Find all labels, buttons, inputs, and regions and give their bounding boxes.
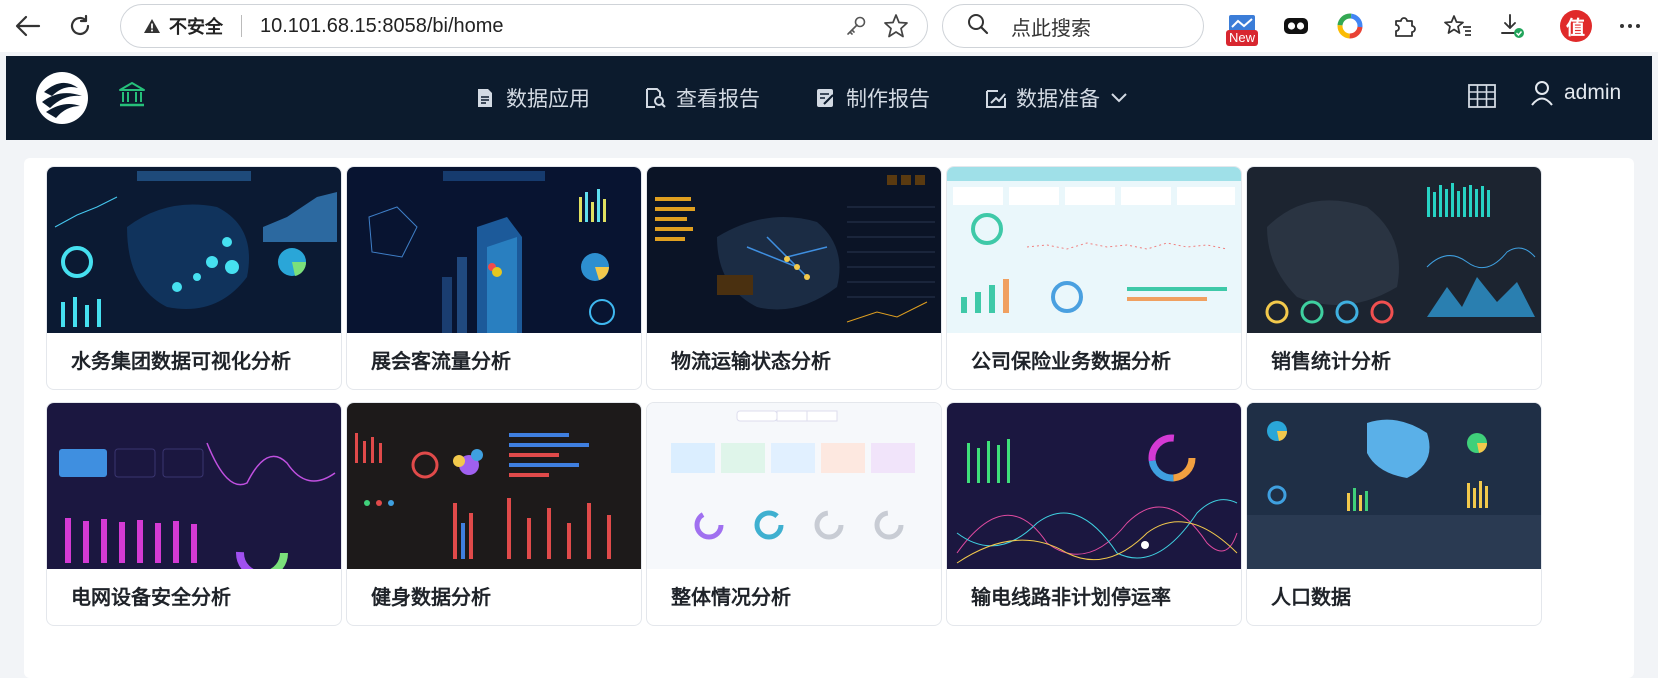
dashboard-title[interactable]: 人口数据 [1271, 581, 1351, 610]
search-placeholder: 点此搜索 [1011, 15, 1091, 40]
warning-icon[interactable] [143, 17, 161, 35]
dashboard-title[interactable]: 物流运输状态分析 [671, 345, 831, 374]
dashboard-gallery: 水务集团数据可视化分析 展会客流量分析 物流运输状态分析 公司保险业务数据分析 销售统计… [24, 158, 1634, 678]
nav-label: 制作报告 [846, 87, 930, 111]
back-icon[interactable] [10, 8, 46, 44]
nav-make-report[interactable]: 制作报告 [816, 80, 930, 116]
dashboard-thumbnail[interactable] [947, 167, 1241, 333]
document-icon [476, 87, 496, 109]
dashboard-card[interactable]: 输电线路非计划停运率 [946, 402, 1242, 626]
dashboard-card[interactable]: 公司保险业务数据分析 [946, 166, 1242, 390]
address-bar[interactable]: 不安全 10.101.68.15:8058/bi/home [120, 4, 928, 48]
chevron-down-icon [1110, 92, 1128, 104]
favorites-list-icon[interactable] [1440, 8, 1476, 44]
edit-report-icon [816, 87, 836, 109]
dashboard-card[interactable]: 销售统计分析 [1246, 166, 1542, 390]
url-text[interactable]: 10.101.68.15:8058/bi/home [260, 15, 504, 38]
dashboard-card[interactable]: 整体情况分析 [646, 402, 942, 626]
dashboard-title[interactable]: 销售统计分析 [1271, 345, 1391, 374]
dashboard-title[interactable]: 公司保险业务数据分析 [971, 345, 1171, 374]
brand-logo[interactable] [34, 70, 90, 130]
dashboard-thumbnail[interactable] [1247, 403, 1541, 569]
address-separator [241, 15, 242, 37]
nav-view-reports[interactable]: 查看报告 [646, 80, 760, 116]
dashboard-title[interactable]: 电网设备安全分析 [71, 581, 231, 610]
news-extension-icon[interactable]: New [1224, 8, 1260, 46]
dashboard-title[interactable]: 展会客流量分析 [371, 345, 511, 374]
report-search-icon [646, 87, 666, 109]
favorite-star-icon[interactable] [883, 13, 909, 43]
nav-label: 数据准备 [1016, 87, 1100, 111]
insecure-label: 不安全 [169, 17, 223, 38]
incognito-extension-icon[interactable] [1278, 8, 1314, 44]
app-header: 数据应用 查看报告 制作报告 数据准备 admin [6, 56, 1652, 140]
zhi-extension-icon[interactable]: 值 [1558, 8, 1594, 44]
dashboard-card[interactable]: 电网设备安全分析 [46, 402, 342, 626]
more-options-icon[interactable] [1612, 8, 1648, 44]
new-badge: New [1226, 30, 1259, 46]
dashboard-title[interactable]: 整体情况分析 [671, 581, 791, 610]
data-prep-icon [986, 87, 1006, 109]
nav-label: 数据应用 [506, 87, 590, 111]
dashboard-card[interactable]: 展会客流量分析 [346, 166, 642, 390]
dashboard-title[interactable]: 输电线路非计划停运率 [971, 581, 1171, 610]
dashboard-card[interactable]: 人口数据 [1246, 402, 1542, 626]
dashboard-thumbnail[interactable] [47, 167, 341, 333]
dashboard-card[interactable]: 水务集团数据可视化分析 [46, 166, 342, 390]
app-grid-icon[interactable] [1468, 84, 1496, 112]
dashboard-thumbnail[interactable] [647, 403, 941, 569]
dashboard-thumbnail[interactable] [647, 167, 941, 333]
home-icon[interactable] [118, 80, 146, 112]
key-icon[interactable] [845, 15, 867, 41]
dashboard-card[interactable]: 物流运输状态分析 [646, 166, 942, 390]
reload-icon[interactable] [62, 8, 98, 44]
puzzle-extensions-icon[interactable] [1386, 8, 1422, 44]
dashboard-title[interactable]: 水务集团数据可视化分析 [71, 345, 291, 374]
user-menu[interactable]: admin [1530, 80, 1621, 106]
nav-label: 查看报告 [676, 87, 760, 111]
color-wheel-extension-icon[interactable] [1332, 8, 1368, 44]
dashboard-card[interactable]: 健身数据分析 [346, 402, 642, 626]
dashboard-thumbnail[interactable] [47, 403, 341, 569]
nav-data-apps[interactable]: 数据应用 [476, 80, 590, 116]
dashboard-thumbnail[interactable] [1247, 167, 1541, 333]
downloads-icon[interactable] [1494, 8, 1530, 44]
zhi-extension-label: 值 [1566, 17, 1586, 39]
user-icon [1530, 80, 1554, 106]
dashboard-thumbnail[interactable] [347, 403, 641, 569]
browser-search-box[interactable]: 点此搜索 [942, 4, 1204, 48]
dashboard-thumbnail[interactable] [947, 403, 1241, 569]
nav-data-prep[interactable]: 数据准备 [986, 80, 1128, 116]
username: admin [1564, 81, 1622, 104]
search-icon [967, 13, 989, 39]
dashboard-title[interactable]: 健身数据分析 [371, 581, 491, 610]
browser-toolbar: 不安全 10.101.68.15:8058/bi/home 点此搜索 New 值 [0, 0, 1658, 52]
dashboard-thumbnail[interactable] [347, 167, 641, 333]
